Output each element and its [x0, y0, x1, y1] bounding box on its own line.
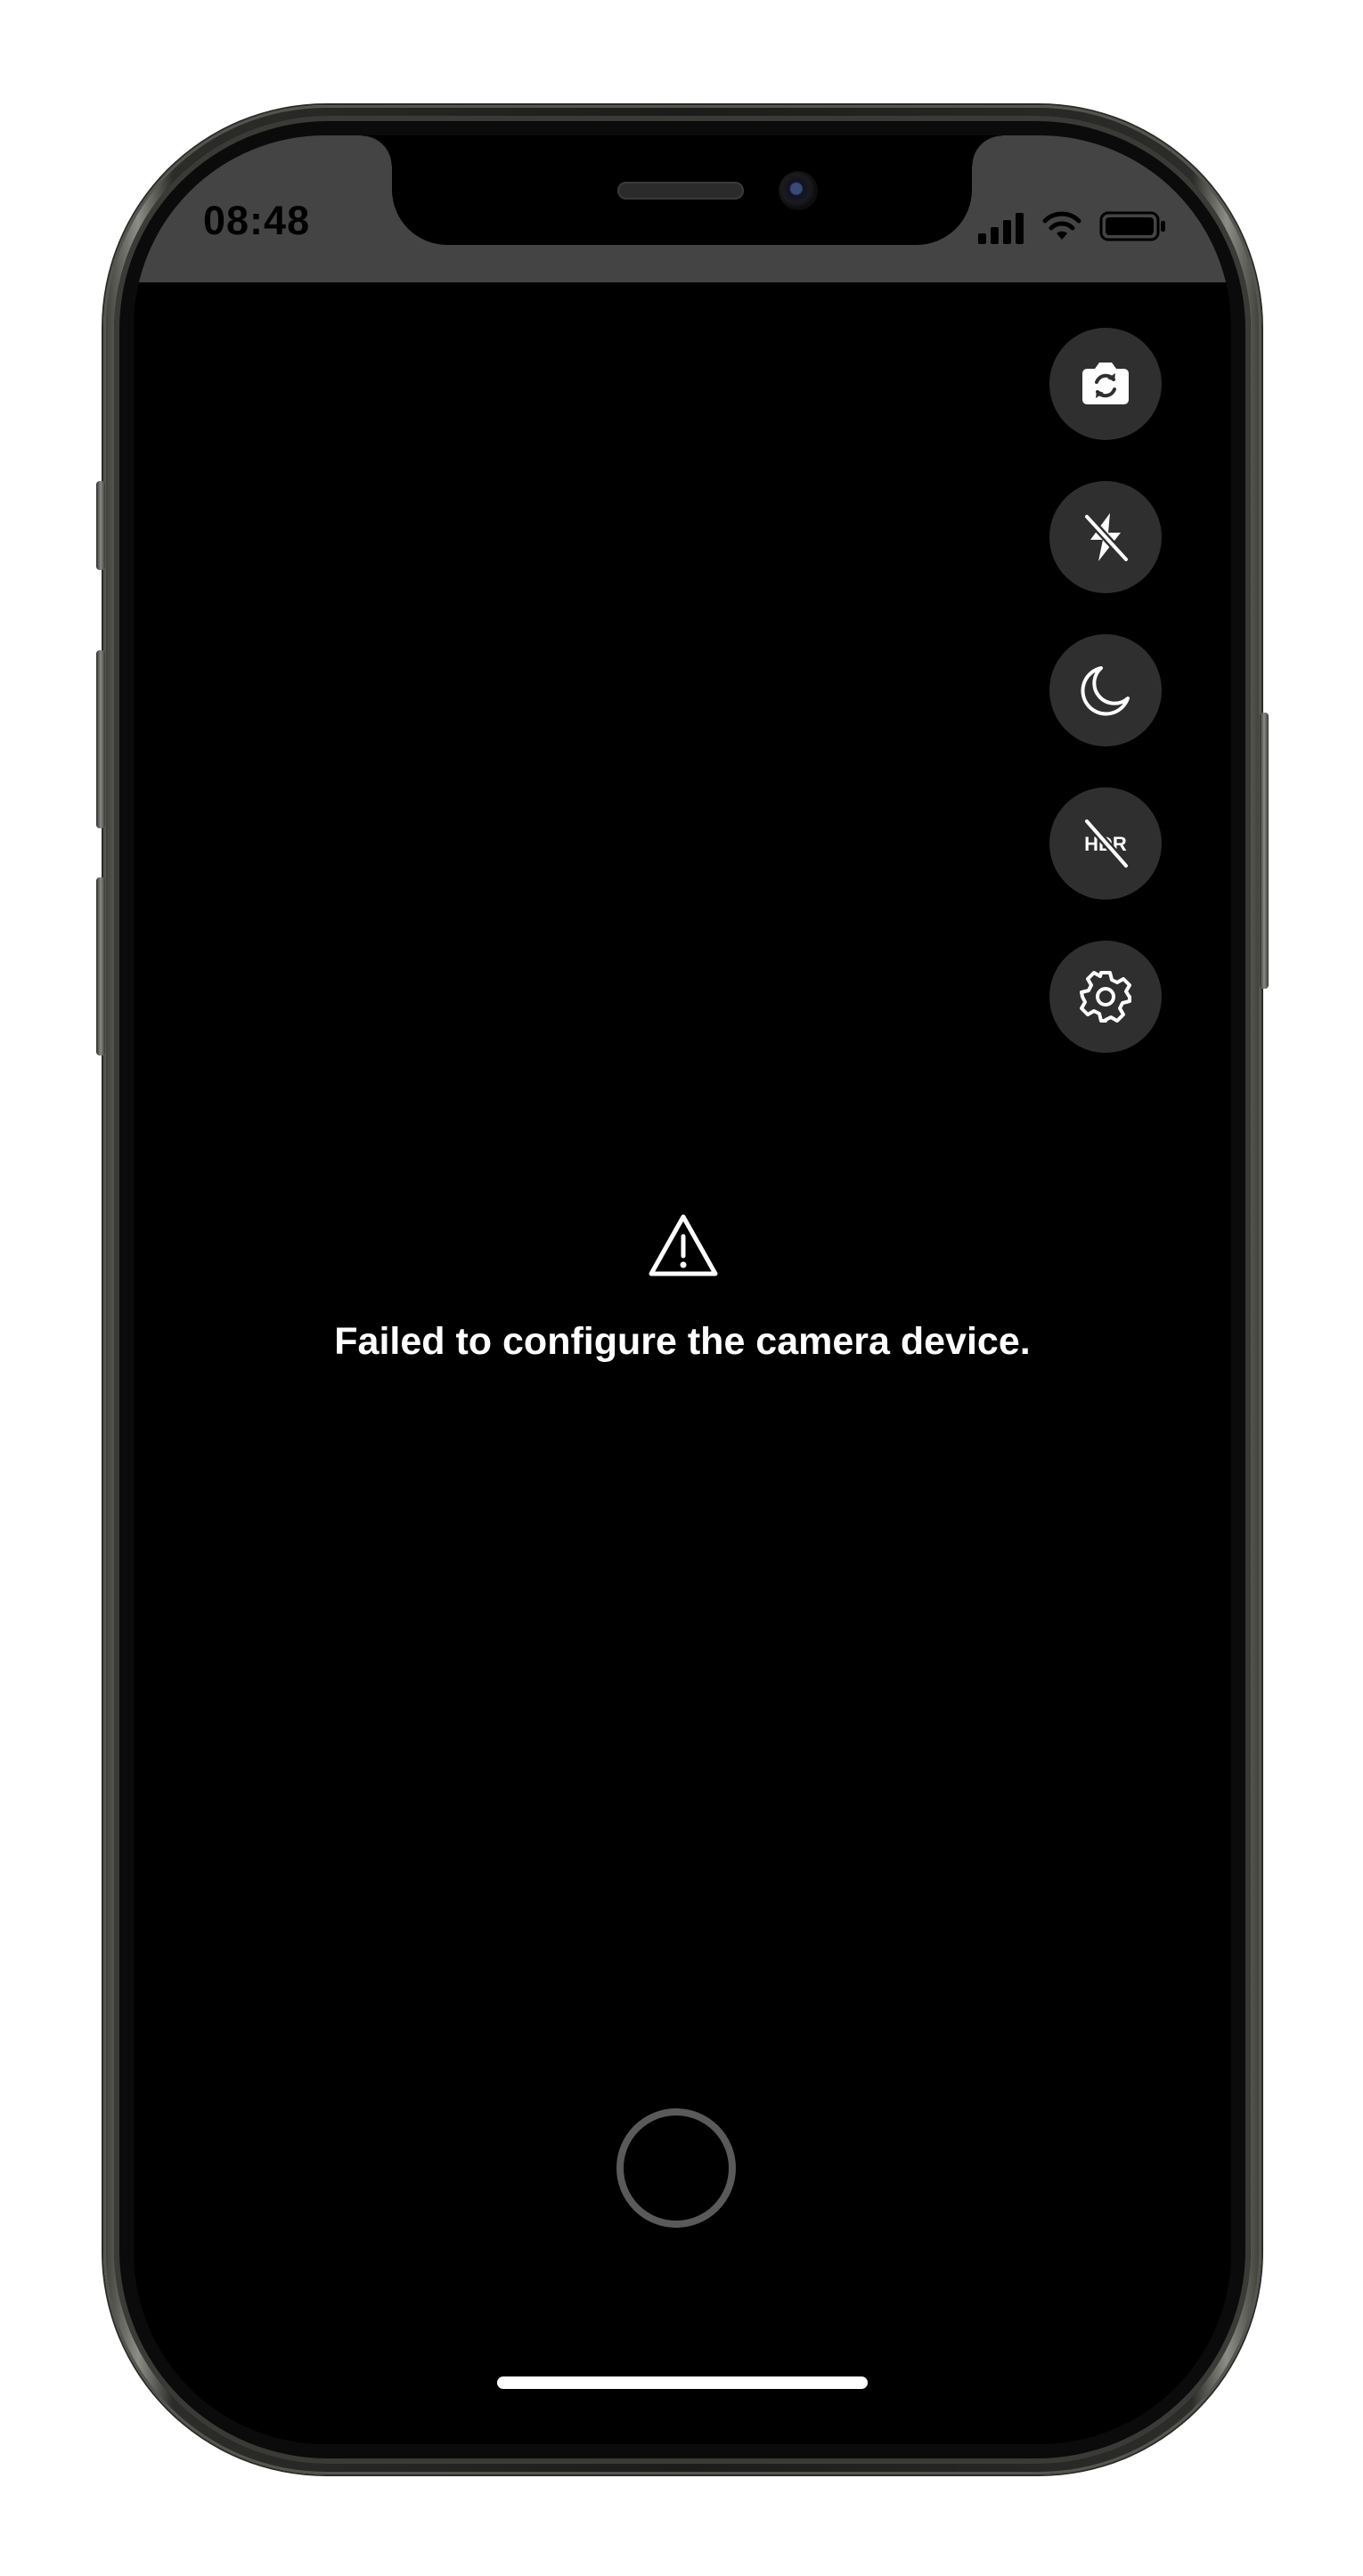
- switch-camera-button[interactable]: [1049, 328, 1162, 440]
- wifi-icon: [1042, 211, 1081, 240]
- cellular-signal-icon: [978, 213, 1024, 244]
- battery-icon: [1099, 211, 1165, 241]
- action-button: [96, 481, 105, 570]
- flash-toggle-button[interactable]: [1049, 481, 1162, 593]
- error-message: Failed to configure the camera device.: [334, 1320, 1031, 1363]
- shutter-button[interactable]: [616, 2108, 736, 2228]
- warning-triangle-icon: [649, 1214, 718, 1276]
- hdr-off-icon: HDR: [1082, 817, 1130, 870]
- hdr-toggle-button[interactable]: HDR: [1049, 787, 1162, 900]
- settings-button[interactable]: [1049, 941, 1162, 1053]
- camera-rotate-icon: [1082, 363, 1129, 404]
- side-power-button: [1260, 713, 1269, 989]
- volume-up-button: [96, 650, 105, 828]
- flash-off-icon: [1082, 512, 1130, 564]
- status-time: 08:48: [203, 198, 311, 243]
- volume-down-button: [96, 877, 105, 1056]
- night-mode-button[interactable]: [1049, 634, 1162, 746]
- front-camera: [779, 171, 818, 210]
- home-indicator[interactable]: [497, 2376, 868, 2389]
- moon-icon: [1081, 666, 1130, 716]
- screen: 08:48 Failed to configure the camera dev…: [134, 135, 1231, 2444]
- earpiece-speaker: [617, 182, 744, 200]
- gear-icon: [1080, 971, 1131, 1023]
